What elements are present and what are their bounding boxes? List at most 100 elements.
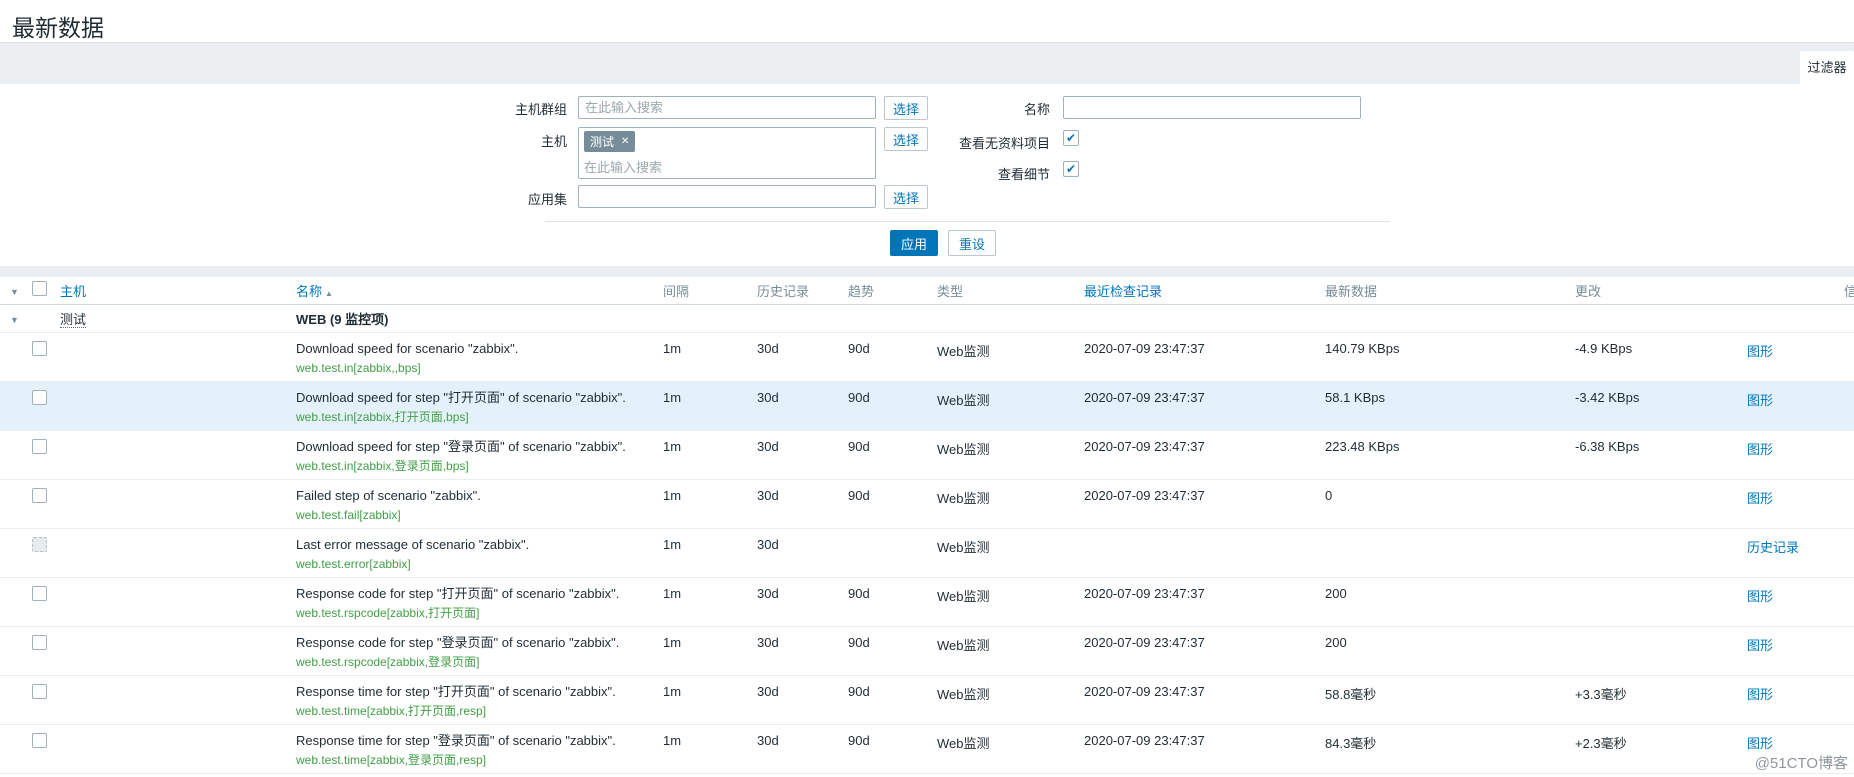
table-header-row: ▼ 主机 名称▲ 间隔 历史记录 趋势 类型 最近检查记录 最新数据 更改 信 <box>0 277 1854 304</box>
item-interval: 1m <box>661 381 755 430</box>
item-name: Response time for step "登录页面" of scenari… <box>296 733 661 748</box>
graph-link[interactable]: 图形 <box>1747 491 1773 506</box>
history-link[interactable]: 历史记录 <box>1747 540 1799 555</box>
item-type: Web监测 <box>935 430 1082 479</box>
graph-link[interactable]: 图形 <box>1747 344 1773 359</box>
host-group-input[interactable] <box>578 96 876 119</box>
graph-link[interactable]: 图形 <box>1747 589 1773 604</box>
item-trends: 90d <box>846 577 935 626</box>
name-input[interactable] <box>1063 96 1361 119</box>
item-change <box>1573 626 1745 675</box>
apply-button[interactable]: 应用 <box>890 230 938 256</box>
select-all-checkbox[interactable] <box>32 281 47 296</box>
item-change: -6.38 KBps <box>1573 430 1745 479</box>
item-history: 30d <box>755 479 846 528</box>
graph-link[interactable]: 图形 <box>1747 442 1773 457</box>
column-header-change: 更改 <box>1573 277 1745 304</box>
item-history: 30d <box>755 430 846 479</box>
column-header-last-check[interactable]: 最近检查记录 <box>1082 277 1323 304</box>
item-trends: 90d <box>846 381 935 430</box>
host-search-placeholder[interactable]: 在此输入搜索 <box>584 157 870 176</box>
filter-tab[interactable]: 过滤器 <box>1800 51 1854 85</box>
item-change <box>1573 528 1745 577</box>
graph-link[interactable]: 图形 <box>1747 736 1773 751</box>
item-history: 30d <box>755 724 846 773</box>
graph-link[interactable]: 图形 <box>1747 393 1773 408</box>
item-last-value: 223.48 KBps <box>1323 430 1573 479</box>
item-last-check: 2020-07-09 23:47:37 <box>1082 430 1323 479</box>
group-row: ▼ 测试 WEB (9 监控项) <box>0 304 1854 332</box>
item-change: +2.3毫秒 <box>1573 724 1745 773</box>
host-name[interactable]: 测试 <box>60 312 86 328</box>
application-group-name: WEB <box>296 312 326 327</box>
item-history: 30d <box>755 675 846 724</box>
item-interval: 1m <box>661 724 755 773</box>
item-name: Last error message of scenario "zabbix". <box>296 537 661 552</box>
item-trends <box>846 528 935 577</box>
reset-button[interactable]: 重设 <box>948 230 996 256</box>
item-interval: 1m <box>661 675 755 724</box>
item-trends: 90d <box>846 430 935 479</box>
filter-divider <box>545 221 1390 222</box>
item-key: web.test.error[zabbix] <box>296 558 661 571</box>
item-name: Response code for step "打开页面" of scenari… <box>296 586 661 601</box>
item-trends: 90d <box>846 724 935 773</box>
item-name: Download speed for step "打开页面" of scenar… <box>296 390 661 405</box>
item-type: Web监测 <box>935 626 1082 675</box>
item-last-check: 2020-07-09 23:47:37 <box>1082 381 1323 430</box>
table-row: Download speed for step "登录页面" of scenar… <box>0 430 1854 479</box>
page-title: 最新数据 <box>12 9 1854 43</box>
column-header-host[interactable]: 主机 <box>58 277 294 304</box>
item-name: Response time for step "打开页面" of scenari… <box>296 684 661 699</box>
item-type: Web监测 <box>935 724 1082 773</box>
table-row: Failed step of scenario "zabbix". web.te… <box>0 479 1854 528</box>
item-history: 30d <box>755 626 846 675</box>
row-checkbox[interactable] <box>32 586 47 601</box>
item-key: web.test.time[zabbix,登录页面,resp] <box>296 754 661 767</box>
row-checkbox[interactable] <box>32 733 47 748</box>
application-select-button[interactable]: 选择 <box>884 185 928 209</box>
host-tag-label: 测试 <box>590 133 614 150</box>
application-group-count: (9 监控项) <box>326 312 388 327</box>
expand-all-icon[interactable]: ▼ <box>2 287 19 297</box>
collapse-group-icon[interactable]: ▼ <box>2 315 19 325</box>
row-checkbox[interactable] <box>32 684 47 699</box>
table-row: Response code for step "登录页面" of scenari… <box>0 626 1854 675</box>
host-multiselect[interactable]: 测试 ✕ 在此输入搜索 <box>578 127 876 179</box>
row-checkbox[interactable] <box>32 439 47 454</box>
row-checkbox[interactable] <box>32 488 47 503</box>
item-last-value: 200 <box>1323 577 1573 626</box>
item-type: Web监测 <box>935 381 1082 430</box>
column-header-name[interactable]: 名称 <box>296 284 322 299</box>
item-last-check: 2020-07-09 23:47:37 <box>1082 626 1323 675</box>
item-key: web.test.rspcode[zabbix,打开页面] <box>296 607 661 620</box>
row-checkbox[interactable] <box>32 635 47 650</box>
item-type: Web监测 <box>935 675 1082 724</box>
item-last-value: 0 <box>1323 479 1573 528</box>
show-details-checkbox[interactable]: ✔ <box>1063 161 1079 177</box>
item-last-check: 2020-07-09 23:47:37 <box>1082 577 1323 626</box>
item-interval: 1m <box>661 626 755 675</box>
table-row: Response time for step "登录页面" of scenari… <box>0 724 1854 773</box>
item-key: web.test.rspcode[zabbix,登录页面] <box>296 656 661 669</box>
row-checkbox[interactable] <box>32 390 47 405</box>
item-trends: 90d <box>846 675 935 724</box>
item-last-check: 2020-07-09 23:47:37 <box>1082 479 1323 528</box>
graph-link[interactable]: 图形 <box>1747 687 1773 702</box>
graph-link[interactable]: 图形 <box>1747 638 1773 653</box>
show-without-data-checkbox[interactable]: ✔ <box>1063 130 1079 146</box>
row-checkbox[interactable] <box>32 341 47 356</box>
application-input[interactable] <box>578 185 876 208</box>
remove-tag-icon[interactable]: ✕ <box>621 136 629 147</box>
item-key: web.test.time[zabbix,打开页面,resp] <box>296 705 661 718</box>
item-interval: 1m <box>661 479 755 528</box>
item-history: 30d <box>755 528 846 577</box>
item-key: web.test.fail[zabbix] <box>296 509 661 522</box>
panel-gap <box>0 266 1854 277</box>
item-change: +3.3毫秒 <box>1573 675 1745 724</box>
host-tag: 测试 ✕ <box>584 131 635 152</box>
item-change: -4.9 KBps <box>1573 332 1745 381</box>
item-last-value: 84.3毫秒 <box>1323 724 1573 773</box>
table-row: Download speed for scenario "zabbix". we… <box>0 332 1854 381</box>
watermark: @51CTO博客 <box>1755 752 1848 773</box>
